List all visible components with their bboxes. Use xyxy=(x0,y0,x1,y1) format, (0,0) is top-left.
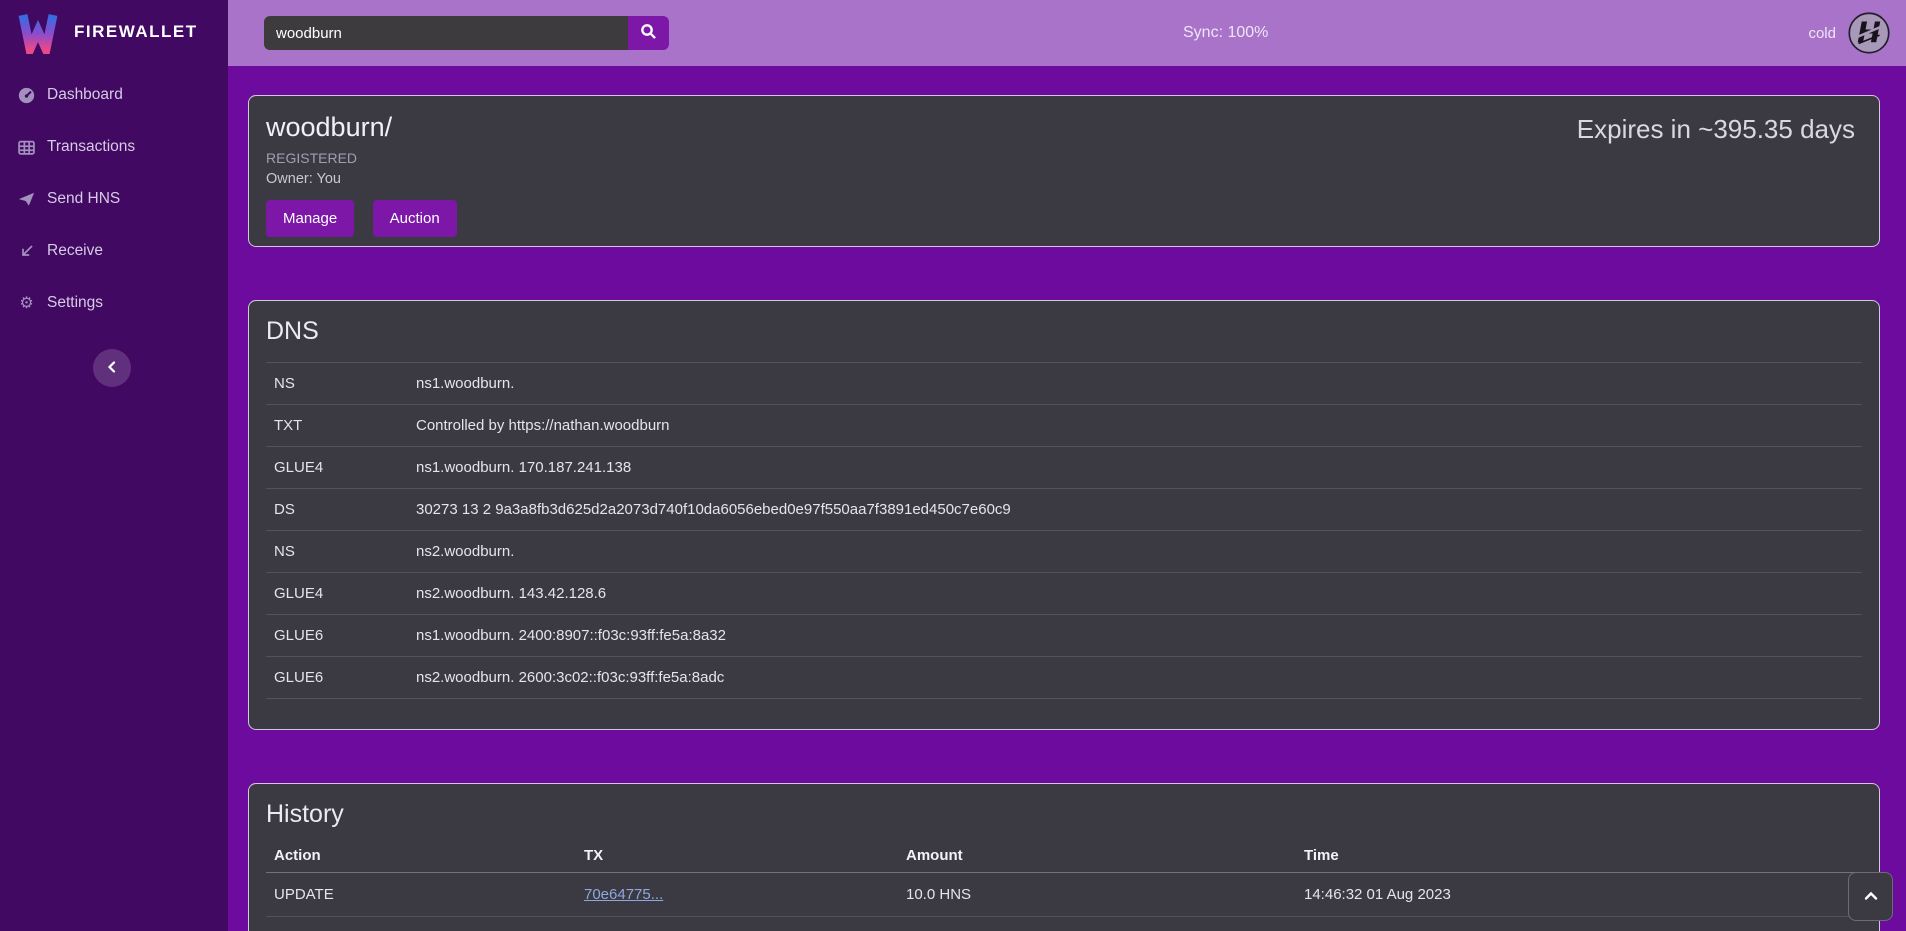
domain-card: woodburn/ REGISTERED Owner: You Manage A… xyxy=(248,95,1880,247)
search-input[interactable] xyxy=(264,16,628,50)
dns-record-type: GLUE6 xyxy=(266,615,408,657)
sidebar-item-dashboard[interactable]: Dashboard xyxy=(0,69,228,121)
sidebar-item-label: Receive xyxy=(47,242,103,260)
history-col-time: Time xyxy=(1296,839,1862,873)
tx-link[interactable]: 70e64775... xyxy=(584,886,663,903)
history-row: RENEW 47b1d2... 10.0 HNS 15:47:36 07 Jul… xyxy=(266,917,1862,931)
sidebar-item-label: Transactions xyxy=(47,138,135,156)
main-content: woodburn/ REGISTERED Owner: You Manage A… xyxy=(228,66,1906,931)
dns-record-row: GLUE6 ns1.woodburn. 2400:8907::f03c:93ff… xyxy=(266,615,1862,657)
sidebar-item-label: Send HNS xyxy=(47,190,120,208)
dns-record-value: ns2.woodburn. 2600:3c02::f03c:93ff:fe5a:… xyxy=(408,657,1862,699)
manage-button[interactable]: Manage xyxy=(266,200,354,237)
search-group xyxy=(264,16,669,50)
dns-record-row: GLUE4 ns2.woodburn. 143.42.128.6 xyxy=(266,573,1862,615)
dns-record-type: NS xyxy=(266,363,408,405)
wallet-mode-area: cold H xyxy=(1808,0,1890,66)
send-icon xyxy=(17,190,36,209)
history-header-row: Action TX Amount Time xyxy=(266,839,1862,873)
history-table: Action TX Amount Time UPDATE 70e64775...… xyxy=(266,839,1862,931)
history-col-amount: Amount xyxy=(898,839,1296,873)
dns-record-value: ns2.woodburn. 143.42.128.6 xyxy=(408,573,1862,615)
history-amount: 10.0 HNS xyxy=(898,873,1296,917)
wallet-mode-label: cold xyxy=(1808,25,1836,42)
brand-name: FIREWALLET xyxy=(74,22,198,42)
dns-record-type: GLUE6 xyxy=(266,657,408,699)
dns-record-value: Controlled by https://nathan.woodburn xyxy=(408,405,1862,447)
dns-record-row: GLUE6 ns2.woodburn. 2600:3c02::f03c:93ff… xyxy=(266,657,1862,699)
dns-record-row: DS 30273 13 2 9a3a8fb3d625d2a2073d740f10… xyxy=(266,489,1862,531)
sidebar-item-settings[interactable]: ⚙ Settings xyxy=(0,277,228,329)
expires-label: Expires in ~395.35 days xyxy=(1577,114,1855,145)
scroll-to-top-button[interactable] xyxy=(1848,872,1893,921)
dns-record-type: GLUE4 xyxy=(266,447,408,489)
chevron-up-icon xyxy=(1864,889,1878,904)
dns-card: DNS NS ns1.woodburn. TXT Controlled by h… xyxy=(248,300,1880,730)
history-time: 14:46:32 01 Aug 2023 xyxy=(1296,873,1862,917)
history-amount: 10.0 HNS xyxy=(898,917,1296,931)
history-row: UPDATE 70e64775... 10.0 HNS 14:46:32 01 … xyxy=(266,873,1862,917)
sidebar-item-label: Settings xyxy=(47,294,103,312)
dns-record-value: ns1.woodburn. 2400:8907::f03c:93ff:fe5a:… xyxy=(408,615,1862,657)
dns-record-value: ns2.woodburn. xyxy=(408,531,1862,573)
history-action: UPDATE xyxy=(266,873,576,917)
dns-record-value: ns1.woodburn. 170.187.241.138 xyxy=(408,447,1862,489)
search-button[interactable] xyxy=(628,16,669,50)
history-col-tx: TX xyxy=(576,839,898,873)
auction-button[interactable]: Auction xyxy=(373,200,457,237)
dns-record-type: DS xyxy=(266,489,408,531)
sidebar: FIREWALLET Dashboard Transactions Send H… xyxy=(0,0,228,931)
dns-card-title: DNS xyxy=(266,317,1862,346)
firewallet-logo-icon xyxy=(16,10,60,54)
history-col-action: Action xyxy=(266,839,576,873)
sidebar-item-transactions[interactable]: Transactions xyxy=(0,121,228,173)
sidebar-item-label: Dashboard xyxy=(47,86,123,104)
history-card: History Action TX Amount Time UPDATE 70e… xyxy=(248,783,1880,931)
dns-record-type: GLUE4 xyxy=(266,573,408,615)
history-action: RENEW xyxy=(266,917,576,931)
search-icon xyxy=(640,23,657,43)
dns-record-type: NS xyxy=(266,531,408,573)
dns-record-value: 30273 13 2 9a3a8fb3d625d2a2073d740f10da6… xyxy=(408,489,1862,531)
dns-record-type: TXT xyxy=(266,405,408,447)
sidebar-item-receive[interactable]: Receive xyxy=(0,225,228,277)
chevron-left-icon xyxy=(106,361,118,376)
dns-record-row: TXT Controlled by https://nathan.woodbur… xyxy=(266,405,1862,447)
domain-status: REGISTERED xyxy=(266,150,1862,166)
topbar: Sync: 100% cold H xyxy=(228,0,1906,66)
table-icon xyxy=(17,138,36,157)
receive-icon xyxy=(17,242,36,261)
handshake-logo-icon[interactable]: H xyxy=(1848,12,1890,54)
history-card-title: History xyxy=(266,800,1862,829)
sidebar-nav: Dashboard Transactions Send HNS Receive … xyxy=(0,69,228,329)
brand: FIREWALLET xyxy=(0,0,228,54)
gauge-icon xyxy=(17,86,36,105)
sync-status: Sync: 100% xyxy=(1183,0,1268,66)
dns-record-row: NS ns2.woodburn. xyxy=(266,531,1862,573)
sidebar-collapse-button[interactable] xyxy=(93,349,131,387)
domain-owner: Owner: You xyxy=(266,171,1862,187)
dns-record-row: NS ns1.woodburn. xyxy=(266,363,1862,405)
gear-icon: ⚙ xyxy=(17,294,36,313)
sidebar-item-send-hns[interactable]: Send HNS xyxy=(0,173,228,225)
dns-table: NS ns1.woodburn. TXT Controlled by https… xyxy=(266,362,1862,699)
dns-record-value: ns1.woodburn. xyxy=(408,363,1862,405)
dns-record-row: GLUE4 ns1.woodburn. 170.187.241.138 xyxy=(266,447,1862,489)
history-time: 15:47:36 07 Jul 2023 xyxy=(1296,917,1862,931)
